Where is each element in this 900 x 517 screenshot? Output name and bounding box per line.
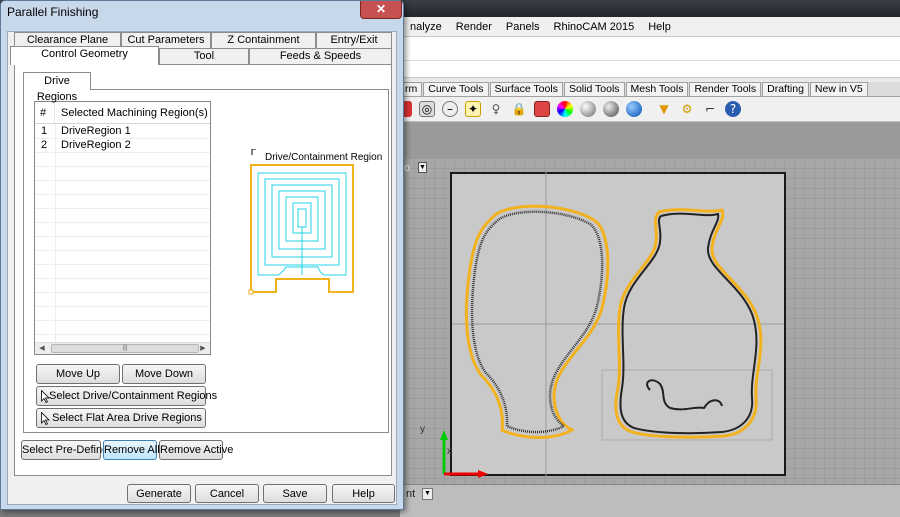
color-wheel-icon[interactable] [557, 101, 573, 117]
light-bulb-icon[interactable]: ♀ [488, 101, 504, 117]
toolbar-tab-curve-tools[interactable]: Curve Tools [423, 82, 489, 96]
list-header: # Selected Machining Region(s) [35, 102, 210, 124]
command-area[interactable] [400, 36, 900, 78]
select-drive-regions-button[interactable]: Select Drive/Containment Regions [36, 386, 217, 406]
rhino-icon-toolbar: ◎ – ✦ ♀ 🔒 ▼ ⚙ ⌐ ? [400, 97, 900, 122]
remove-active-button[interactable]: Remove Active [159, 440, 233, 460]
menu-rhinocam[interactable]: RhinoCAM 2015 [554, 21, 635, 33]
scroll-right-icon[interactable]: ▶ [197, 343, 209, 354]
toolbar-tab-solid-tools[interactable]: Solid Tools [563, 82, 625, 96]
move-down-button[interactable]: Move Down [122, 364, 206, 384]
gumball-icon[interactable]: ✦ [465, 101, 481, 117]
spotlight-icon[interactable]: ▼ [656, 101, 672, 117]
toolbar-tab-render-tools[interactable]: Render Tools [689, 82, 762, 96]
subtab-drive-regions[interactable]: Drive Regions [23, 72, 91, 103]
generate-button[interactable]: Generate [127, 484, 191, 503]
arrow-cursor-icon [41, 412, 50, 425]
scroll-left-icon[interactable]: ◀ [36, 343, 48, 354]
axis-x-label: x [447, 446, 452, 457]
toolbar-tab-mesh-tools[interactable]: Mesh Tools [625, 82, 689, 96]
toolbar-tab-surface-tools[interactable]: Surface Tools [489, 82, 563, 96]
axis-y-label: y [420, 424, 425, 435]
parallel-finishing-dialog: Parallel Finishing ✕ Clearance Plane Cut… [0, 0, 404, 510]
dialog-titlebar[interactable]: Parallel Finishing ✕ [1, 1, 403, 23]
select-flat-area-label: Select Flat Area Drive Regions [52, 412, 202, 424]
column-header-number[interactable]: # [35, 102, 55, 123]
list-item-name: DriveRegion 2 [61, 139, 131, 151]
machining-regions-list[interactable]: # Selected Machining Region(s) 1 DriveRe… [34, 101, 211, 355]
material-icon[interactable] [534, 101, 550, 117]
toolbar-tab-drafting[interactable]: Drafting [762, 82, 809, 96]
select-drive-regions-label: Select Drive/Containment Regions [49, 390, 218, 402]
tab-z-containment[interactable]: Z Containment [211, 32, 316, 48]
move-up-button[interactable]: Move Up [36, 364, 120, 384]
rhino-menubar: nalyze Render Panels RhinoCAM 2015 Help [400, 17, 900, 36]
menu-render[interactable]: Render [456, 21, 492, 33]
part-geometry: y x [420, 172, 784, 478]
render-sphere-icon[interactable] [626, 101, 642, 117]
close-icon[interactable]: ✕ [360, 1, 402, 19]
tab-tool[interactable]: Tool [159, 48, 249, 64]
sphere-shaded-icon[interactable] [580, 101, 596, 117]
drive-region-preview [248, 149, 354, 295]
select-pre-defined-button[interactable]: Select Pre-Defined [21, 440, 114, 460]
vase-left-region [464, 204, 610, 439]
scroll-thumb[interactable]: ||| [51, 344, 199, 353]
list-item-number: 1 [41, 125, 48, 137]
lock-icon[interactable]: 🔒 [511, 101, 527, 117]
remove-all-button[interactable]: Remove All [103, 440, 160, 460]
tab-entry-exit[interactable]: Entry/Exit [316, 32, 392, 48]
list-item-name: DriveRegion 1 [61, 125, 131, 137]
list-horizontal-scrollbar[interactable]: ◀ ||| ▶ [35, 342, 210, 354]
menu-help[interactable]: Help [648, 21, 671, 33]
save-button[interactable]: Save [263, 484, 327, 503]
column-header-region[interactable]: Selected Machining Region(s) [55, 102, 210, 123]
zoom-icon[interactable]: – [442, 101, 458, 117]
select-flat-area-button[interactable]: Select Flat Area Drive Regions [36, 408, 206, 428]
menu-panels[interactable]: Panels [506, 21, 540, 33]
eye-icon[interactable]: ◎ [419, 101, 435, 117]
status-bar [400, 484, 900, 517]
top-viewport[interactable]: o ▼ y x [404, 158, 900, 484]
viewport-tab-label[interactable]: nt [406, 488, 415, 500]
help-button[interactable]: Help [332, 484, 395, 503]
tab-feeds-speeds[interactable]: Feeds & Speeds [249, 48, 392, 64]
tab-control-geometry[interactable]: Control Geometry [10, 46, 159, 65]
toolbar-tabs: rm Curve Tools Surface Tools Solid Tools… [400, 82, 900, 97]
vase-right-region [614, 208, 763, 439]
cancel-button[interactable]: Cancel [195, 484, 259, 503]
help-icon[interactable]: ? [725, 101, 741, 117]
gear-icon[interactable]: ⚙ [679, 101, 695, 117]
list-item[interactable]: 2 DriveRegion 2 [35, 138, 210, 152]
list-item[interactable]: 1 DriveRegion 1 [35, 124, 210, 138]
arrow-cursor-icon [41, 390, 50, 403]
viewport-header [400, 122, 900, 158]
dialog-title: Parallel Finishing [7, 5, 99, 19]
list-item-number: 2 [41, 139, 48, 151]
sphere-wire-icon[interactable] [603, 101, 619, 117]
viewport-tab-dropdown-icon[interactable]: ▼ [422, 488, 433, 500]
align-icon[interactable]: ⌐ [702, 101, 718, 117]
toolbar-tab-new-in-v5[interactable]: New in V5 [809, 82, 868, 96]
menu-analyze[interactable]: nalyze [410, 21, 442, 33]
